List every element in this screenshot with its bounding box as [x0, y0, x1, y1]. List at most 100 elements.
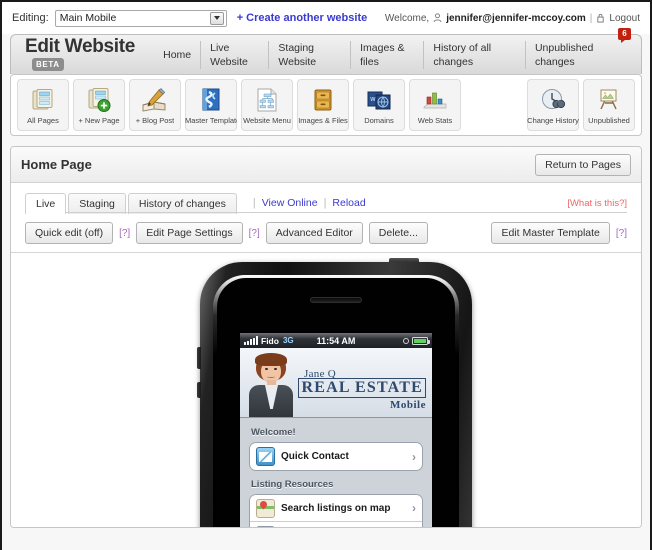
app-title-wrap: Edit WebsiteBETA	[25, 36, 154, 74]
section-welcome: Quick Contact ›	[249, 442, 423, 471]
nav-item-history-of-all-changes[interactable]: History of all changes	[423, 40, 525, 69]
mail-icon	[256, 447, 275, 466]
quick-edit-button[interactable]: Quick edit (off)	[25, 222, 114, 244]
page-panel: Home Page Return to Pages Live Staging H…	[10, 146, 642, 528]
toolbar-button-website-menu[interactable]: Website Menu	[241, 79, 293, 131]
toolbar-button-images-files[interactable]: Images & Files	[297, 79, 349, 131]
edit-page-settings-help-icon[interactable]: [?]	[249, 228, 260, 239]
website-select-value: Main Mobile	[59, 12, 117, 24]
toolbar-button-web-stats-label: Web Stats	[417, 116, 453, 125]
toolbar-button-unpublished[interactable]: Unpublished	[583, 79, 635, 131]
tab-staging[interactable]: Staging	[68, 193, 126, 214]
toolbar-button-blog-post[interactable]: + Blog Post	[129, 79, 181, 131]
reload-link[interactable]: Reload	[332, 197, 365, 209]
edit-master-template-button[interactable]: Edit Master Template	[491, 222, 610, 244]
toolbar-button-all-pages-label: All Pages	[27, 116, 59, 125]
delete-button[interactable]: Delete...	[368, 222, 428, 244]
iphone-mockup: Fido 3G 11:54 AM Jane Q REAL ESTATE Mobi…	[197, 258, 472, 527]
status-right-icons	[403, 336, 430, 345]
toolbar-button-domains[interactable]: www Domains	[353, 79, 405, 131]
app-window: Editing: Main Mobile + Create another we…	[0, 0, 652, 550]
chevron-down-icon[interactable]	[209, 11, 224, 25]
divider: |	[323, 197, 327, 209]
unpublished-count-badge: 6	[618, 27, 631, 43]
app-title: Edit Website	[25, 35, 136, 57]
section-title-listing-resources: Listing Resources	[251, 479, 334, 490]
blog-post-icon	[141, 85, 169, 115]
separator: |	[589, 12, 593, 24]
tab-links: | View Online | Reload	[247, 197, 366, 213]
header-nav: Home Live Website Staging Website Images…	[154, 27, 631, 69]
battery-icon	[412, 336, 430, 345]
toolbar-button-new-page-label: + New Page	[78, 116, 120, 125]
list-item-quick-contact[interactable]: Quick Contact ›	[250, 443, 422, 470]
tab-history-of-changes[interactable]: History of changes	[127, 193, 237, 214]
logout-link[interactable]: Logout	[609, 13, 640, 24]
chevron-right-icon: ›	[412, 449, 416, 464]
nav-item-unpublished-changes[interactable]: Unpublished changes 6	[524, 27, 631, 69]
list-item-label: Quick Contact	[281, 451, 349, 462]
toolbar-button-domains-label: Domains	[364, 116, 394, 125]
toolbar-button-master-template[interactable]: Master Template	[185, 79, 237, 131]
images-files-icon	[311, 85, 335, 115]
new-page-icon	[86, 85, 112, 115]
section-listing-resources: Search listings on map › Search listings…	[249, 494, 423, 527]
return-to-pages-button[interactable]: Return to Pages	[535, 153, 631, 176]
domains-icon: www	[366, 85, 392, 115]
section-title-welcome: Welcome!	[251, 427, 296, 438]
toolbar-button-images-files-label: Images & Files	[298, 116, 348, 125]
toolbar-button-change-history-label: Change History	[527, 116, 579, 125]
toolbar-button-website-menu-label: Website Menu	[243, 116, 291, 125]
quick-edit-help-icon[interactable]: [?]	[119, 228, 130, 239]
agent-photo	[244, 349, 298, 417]
edit-master-template-help-icon[interactable]: [?]	[616, 228, 627, 239]
volume-up-button	[197, 347, 201, 369]
tab-bar: Live Staging History of changes | View O…	[11, 183, 641, 214]
tab-live[interactable]: Live	[25, 193, 67, 214]
panel-header: Home Page Return to Pages	[11, 147, 641, 183]
master-template-icon	[198, 85, 224, 115]
carrier-label: Fido	[261, 335, 279, 346]
brand-line-3: Mobile	[390, 399, 426, 411]
signal-strength-icon	[244, 336, 258, 345]
toolbar-button-change-history[interactable]: Change History	[527, 79, 579, 131]
nav-item-images-files[interactable]: Images & files	[350, 40, 423, 69]
page-preview-area: Fido 3G 11:54 AM Jane Q REAL ESTATE Mobi…	[11, 252, 641, 527]
list-item-search-listings-on-map[interactable]: Search listings on map ›	[250, 495, 422, 522]
list-item-search-listings[interactable]: Search listings ›	[250, 522, 422, 527]
mobile-site-body: Welcome! Quick Contact › Listing Resourc…	[240, 418, 432, 527]
nav-item-staging-website[interactable]: Staging Website	[268, 40, 350, 69]
editing-label: Editing:	[12, 12, 49, 24]
change-history-icon	[540, 85, 566, 115]
toolbar-button-web-stats[interactable]: Web Stats	[409, 79, 461, 131]
toolbar-button-new-page[interactable]: + New Page	[73, 79, 125, 131]
tab-underline	[25, 212, 627, 213]
top-editing-bar: Editing: Main Mobile + Create another we…	[2, 2, 650, 34]
web-stats-icon	[422, 85, 448, 115]
list-item-label: Search listings on map	[281, 502, 391, 514]
account-area: Welcome, jennifer@jennifer-mccoy.com | L…	[385, 13, 640, 24]
action-bar: Quick edit (off) [?] Edit Page Settings …	[11, 214, 641, 252]
edit-page-settings-button[interactable]: Edit Page Settings	[136, 222, 243, 244]
toolbar-button-master-template-label: Master Template	[185, 116, 237, 125]
nav-item-live-website[interactable]: Live Website	[200, 40, 268, 69]
website-menu-icon	[255, 85, 279, 115]
ios-status-bar: Fido 3G 11:54 AM	[240, 333, 432, 348]
nav-item-home[interactable]: Home	[154, 48, 200, 62]
toolbar-button-all-pages[interactable]: All Pages	[17, 79, 69, 131]
website-select[interactable]: Main Mobile	[54, 9, 227, 27]
what-is-this-link[interactable]: [What is this?]	[567, 198, 627, 213]
brand-logo: Jane Q REAL ESTATE Mobile	[298, 368, 432, 417]
action-bar-right: Edit Master Template [?]	[491, 222, 627, 244]
divider: |	[252, 197, 256, 209]
create-another-website-link[interactable]: + Create another website	[237, 12, 368, 24]
search-icon	[256, 526, 275, 527]
advanced-editor-button[interactable]: Advanced Editor	[265, 222, 363, 244]
rotation-lock-icon	[403, 337, 409, 344]
welcome-label: Welcome,	[384, 12, 430, 24]
chevron-right-icon: ›	[412, 501, 416, 515]
view-online-link[interactable]: View Online	[262, 197, 318, 209]
page-title: Home Page	[21, 157, 92, 172]
network-type-label: 3G	[282, 336, 294, 345]
unpublished-icon	[596, 85, 622, 115]
